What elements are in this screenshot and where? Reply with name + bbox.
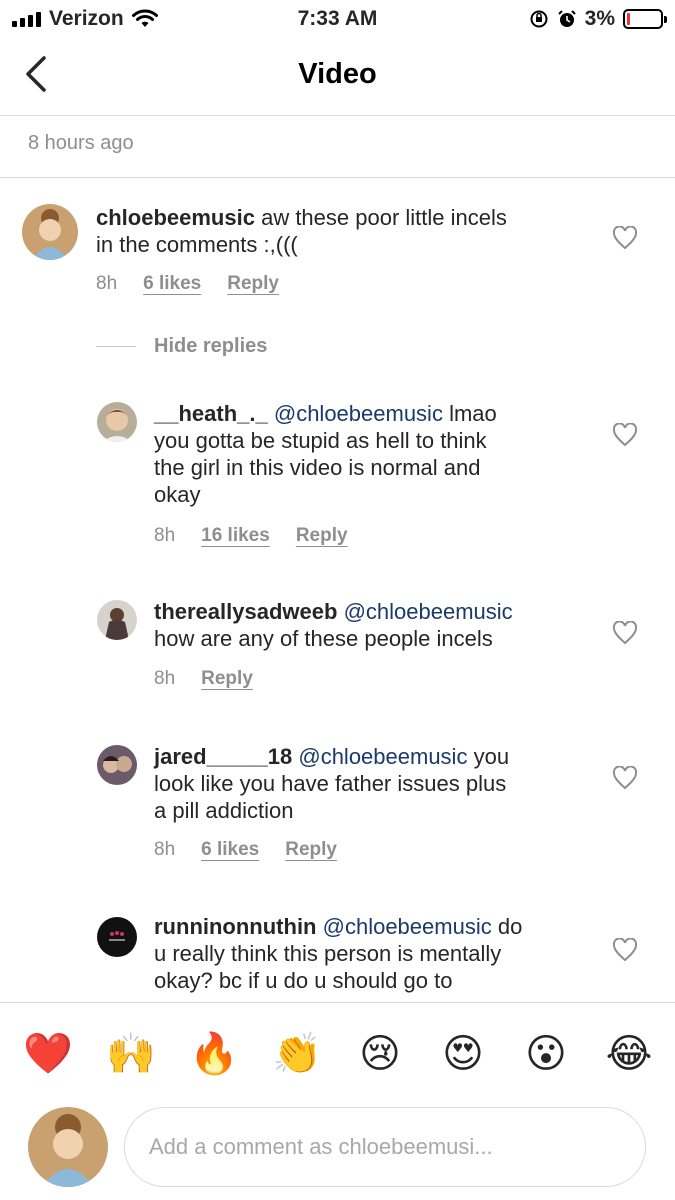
reply-mention[interactable]: @chloebeemusic xyxy=(298,744,467,769)
reply-body-line2: look like you have father issues plus xyxy=(154,771,507,796)
reply-text: __heath_._ @chloebeemusic lmao you gotta… xyxy=(154,400,604,508)
reaction-fire[interactable]: 🔥 xyxy=(189,1029,239,1079)
reaction-crying[interactable]: 😢 xyxy=(355,1029,405,1079)
page-title: Video xyxy=(298,58,377,90)
reaction-bar: ❤️ 🙌 🔥 👏 😢 😍 😮 😂 xyxy=(0,1029,675,1079)
hide-replies-label: Hide replies xyxy=(154,335,268,357)
heart-icon[interactable] xyxy=(612,766,638,790)
reply-time: 8h xyxy=(154,525,176,546)
reply-likes[interactable]: 6 likes xyxy=(201,839,259,861)
reaction-laughing[interactable]: 😂 xyxy=(604,1029,654,1079)
hide-replies-divider xyxy=(96,346,136,347)
comments-list[interactable]: chloebeemusic aw these poor little incel… xyxy=(0,178,675,1002)
reply-text: jared_____18 @chloebeemusic you look lik… xyxy=(154,743,604,824)
comment-item: chloebeemusic aw these poor little incel… xyxy=(0,178,675,318)
reply-body-line1: you xyxy=(473,744,510,769)
reply-text: thereallysadweeb @chloebeemusic how are … xyxy=(154,598,604,652)
avatar[interactable] xyxy=(97,600,137,640)
reply-meta: 8h 6 likes Reply xyxy=(154,839,337,861)
reply-meta: 8h 16 likes Reply xyxy=(154,525,348,547)
reply-mention[interactable]: @chloebeemusic xyxy=(344,599,513,624)
reaction-surprised[interactable]: 😮 xyxy=(521,1029,571,1079)
comment-body-line1: aw these poor little incels xyxy=(261,205,507,230)
hide-replies-button[interactable]: Hide replies xyxy=(96,335,267,358)
reply-time: 8h xyxy=(154,839,176,860)
comment-username[interactable]: chloebeemusic xyxy=(96,205,255,230)
orientation-lock-icon xyxy=(530,10,548,28)
post-time-ago: 8 hours ago xyxy=(0,116,675,178)
reply-body-line4: okay xyxy=(154,482,201,507)
reply-body-line3: okay? bc if u do u should go to xyxy=(154,968,453,993)
heart-icon[interactable] xyxy=(612,621,638,645)
reply-likes[interactable]: 16 likes xyxy=(201,525,270,547)
reply-item: __heath_._ @chloebeemusic lmao you gotta… xyxy=(0,388,675,558)
reply-meta: 8h Reply xyxy=(154,668,253,690)
avatar[interactable] xyxy=(97,402,137,442)
reply-username[interactable]: runninonnuthin xyxy=(154,914,317,939)
reply-item: jared_____18 @chloebeemusic you look lik… xyxy=(0,733,675,883)
reaction-raised-hands[interactable]: 🙌 xyxy=(106,1029,156,1079)
reply-body-line2: u really think this person is mentally xyxy=(154,941,502,966)
reply-body-line3: a pill addiction xyxy=(154,798,294,823)
reply-button[interactable]: Reply xyxy=(285,839,337,861)
battery-fill xyxy=(627,13,630,25)
comment-input[interactable] xyxy=(124,1107,646,1187)
reply-body-line3: the girl in this video is normal and xyxy=(154,455,481,480)
reaction-clap[interactable]: 👏 xyxy=(272,1029,322,1079)
reply-username[interactable]: __heath_._ xyxy=(154,401,268,426)
comment-likes[interactable]: 6 likes xyxy=(143,273,201,295)
reply-username[interactable]: thereallysadweeb xyxy=(154,599,337,624)
reply-item: thereallysadweeb @chloebeemusic how are … xyxy=(0,588,675,708)
nav-header: Video xyxy=(0,40,675,116)
avatar[interactable] xyxy=(97,745,137,785)
status-right: 3% xyxy=(529,7,667,31)
avatar xyxy=(28,1107,108,1187)
reply-time: 8h xyxy=(154,668,176,689)
battery-percent: 3% xyxy=(584,7,615,30)
battery-icon xyxy=(623,9,667,29)
reply-body-line1: lmao xyxy=(449,401,497,426)
reaction-heart[interactable]: ❤️ xyxy=(23,1029,73,1079)
reply-mention[interactable]: @chloebeemusic xyxy=(323,914,492,939)
reply-item: runninonnuthin @chloebeemusic do u reall… xyxy=(0,903,675,1002)
reply-body-line2: you gotta be stupid as hell to think xyxy=(154,428,487,453)
avatar[interactable] xyxy=(22,204,78,260)
reply-body-line2: how are any of these people incels xyxy=(154,626,493,651)
alarm-icon xyxy=(557,10,576,27)
reaction-heart-eyes[interactable]: 😍 xyxy=(438,1029,488,1079)
heart-icon[interactable] xyxy=(612,423,638,447)
status-bar: Verizon 7:33 AM 3% xyxy=(0,0,675,40)
heart-icon[interactable] xyxy=(612,226,638,250)
comment-composer: ❤️ 🙌 🔥 👏 😢 😍 😮 😂 xyxy=(0,1002,675,1200)
reply-button[interactable]: Reply xyxy=(227,273,279,295)
heart-icon[interactable] xyxy=(612,938,638,962)
reply-button[interactable]: Reply xyxy=(201,668,253,690)
reply-username[interactable]: jared_____18 xyxy=(154,744,292,769)
avatar[interactable] xyxy=(97,917,137,957)
comment-time: 8h xyxy=(96,273,118,294)
comment-body-line2: in the comments :,((( xyxy=(96,232,298,257)
comment-meta: 8h 6 likes Reply xyxy=(96,273,279,295)
reply-body-line1: do xyxy=(497,914,523,939)
reply-button[interactable]: Reply xyxy=(296,525,348,547)
reply-mention[interactable]: @chloebeemusic xyxy=(274,401,443,426)
reply-text: runninonnuthin @chloebeemusic do u reall… xyxy=(154,913,604,994)
comment-text: chloebeemusic aw these poor little incel… xyxy=(96,204,596,258)
